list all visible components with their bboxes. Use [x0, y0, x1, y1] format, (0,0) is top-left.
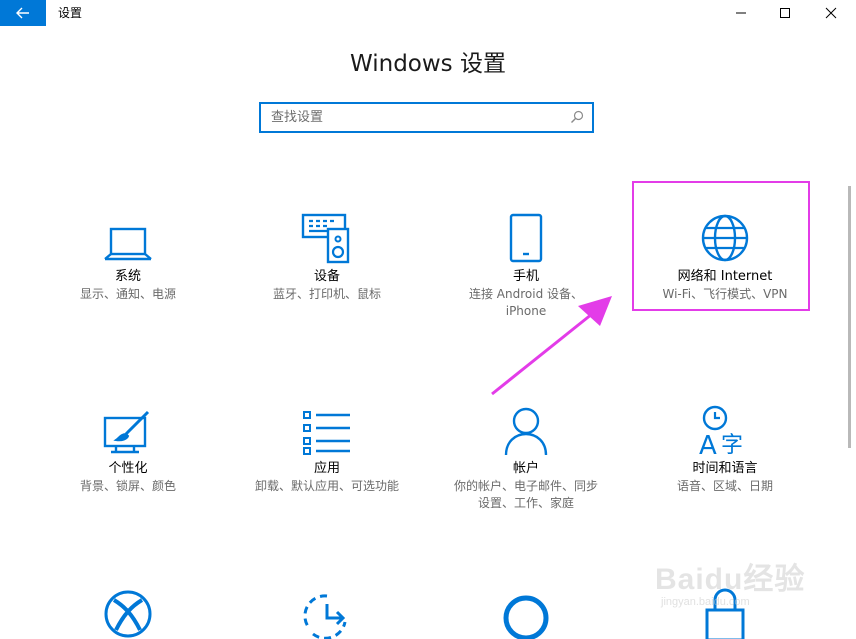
watermark-text: Baidu经验 — [655, 563, 806, 596]
tile-name: 帐户 — [512, 461, 539, 476]
devices-icon — [301, 213, 350, 264]
tile-name: 设备 — [313, 269, 340, 284]
minimize-icon — [736, 12, 746, 14]
watermark-url: jingyan.baidu.com — [661, 596, 750, 608]
tile-system[interactable]: 系统 显示、通知、电源 — [38, 204, 218, 303]
annotation-highlight-box — [632, 181, 810, 311]
settings-window: 设置 Windows 设置 查找设置 系统 显示、通知、电源 设备 蓝牙、打印机… — [0, 0, 856, 639]
xbox-icon — [104, 590, 152, 638]
scrollbar[interactable] — [848, 186, 851, 448]
maximize-button[interactable] — [762, 0, 808, 26]
watermark: Baidu经验 jingyan.baidu.com — [655, 548, 815, 618]
window-title: 设置 — [58, 6, 83, 20]
apps-list-icon — [303, 411, 350, 455]
tile-cortana[interactable] — [436, 592, 616, 639]
close-icon — [825, 7, 837, 19]
person-icon — [504, 407, 548, 456]
search-input[interactable] — [261, 104, 561, 131]
svg-text:字: 字 — [721, 433, 743, 456]
tile-desc: 背景、锁屏、颜色 — [79, 479, 176, 493]
close-button[interactable] — [808, 0, 854, 26]
phone-icon — [509, 213, 543, 263]
tile-gaming[interactable] — [38, 588, 218, 639]
minimize-button[interactable] — [718, 0, 764, 26]
tile-desc: 显示、通知、电源 — [79, 287, 176, 301]
tile-name: 时间和语言 — [692, 461, 758, 476]
laptop-icon — [104, 227, 152, 261]
maximize-icon — [780, 8, 790, 18]
tile-apps[interactable]: 应用 卸载、默认应用、可选功能 — [237, 396, 417, 495]
tile-ease-of-access[interactable] — [237, 592, 417, 639]
tile-personalization[interactable]: 个性化 背景、锁屏、颜色 — [38, 396, 218, 495]
back-arrow-icon — [16, 7, 29, 19]
search-box[interactable] — [259, 102, 594, 133]
tile-accounts[interactable]: 帐户 你的帐户、电子邮件、同步 设置、工作、家庭 — [436, 396, 616, 512]
time-language-icon: A 字 — [699, 405, 743, 456]
personalization-icon — [103, 410, 150, 454]
tile-desc: 卸载、默认应用、可选功能 — [254, 479, 399, 493]
search-icon[interactable] — [570, 110, 584, 124]
tile-name: 应用 — [313, 461, 340, 476]
tile-name: 系统 — [114, 269, 141, 284]
tile-desc: 你的帐户、电子邮件、同步 设置、工作、家庭 — [453, 479, 598, 510]
annotation-arrow-icon — [491, 296, 612, 396]
tile-devices[interactable]: 设备 蓝牙、打印机、鼠标 — [237, 204, 417, 303]
page-title: Windows 设置 — [350, 51, 506, 77]
tile-name: 个性化 — [108, 461, 148, 476]
ease-of-access-icon — [303, 594, 347, 639]
tile-desc: 语音、区域、日期 — [676, 479, 773, 493]
title-bar: 设置 — [0, 0, 856, 26]
svg-text:A: A — [699, 431, 717, 456]
tile-desc: 蓝牙、打印机、鼠标 — [272, 287, 381, 301]
tile-time-language[interactable]: A 字 时间和语言 语音、区域、日期 — [635, 396, 815, 495]
back-button[interactable] — [0, 0, 46, 26]
cortana-icon — [503, 595, 549, 639]
